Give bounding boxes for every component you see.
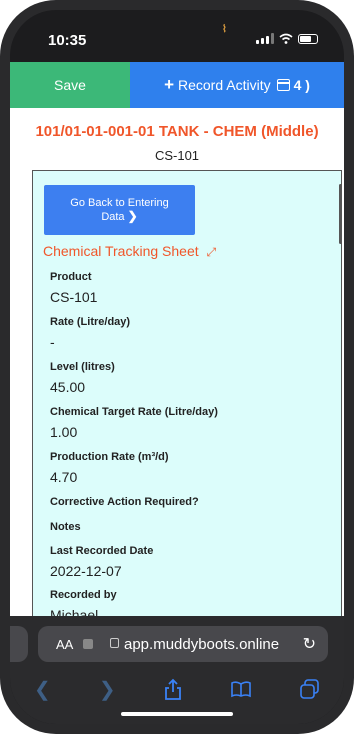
calendar-icon bbox=[276, 79, 290, 91]
scrollbar[interactable] bbox=[339, 184, 342, 244]
field-label: Corrective Action Required? bbox=[50, 496, 199, 508]
reader-aa-button[interactable]: AA bbox=[56, 637, 73, 652]
field-label: Rate (Litre/day) bbox=[50, 316, 131, 328]
bookmarks-icon[interactable] bbox=[230, 680, 252, 698]
forward-icon[interactable]: ❯ bbox=[99, 677, 116, 702]
field-label: Last Recorded Date bbox=[50, 545, 154, 557]
field-level: Level (litres) 45.00 bbox=[50, 361, 115, 395]
page-title: 101/01-01-001-01 TANK - CHEM (Middle) bbox=[35, 123, 319, 140]
go-back-button[interactable]: Go Back to Entering Data ❯ bbox=[44, 185, 195, 235]
record-activity-label: Record Activity bbox=[178, 77, 271, 93]
extension-icon[interactable] bbox=[83, 639, 93, 649]
previous-tab-pill[interactable] bbox=[10, 626, 28, 662]
field-last-recorded-date: Last Recorded Date 2022-12-07 bbox=[50, 545, 153, 579]
field-label: Notes bbox=[50, 521, 81, 533]
status-bar: 10:35 ⌇ bbox=[10, 10, 344, 62]
field-value: 1.00 bbox=[50, 424, 78, 440]
field-production-rate: Production Rate (m³/d) 4.70 bbox=[50, 451, 169, 485]
tabs-icon[interactable] bbox=[300, 679, 320, 699]
field-value: CS-101 bbox=[50, 289, 98, 305]
sheet-title-label: Chemical Tracking Sheet bbox=[43, 243, 199, 259]
page-content: 101/01-01-001-01 TANK - CHEM (Middle) CS… bbox=[10, 108, 344, 628]
record-count: 4 ) bbox=[293, 77, 310, 93]
chevron-right-icon: ❯ bbox=[127, 209, 138, 223]
browser-bar: AA app.muddyboots.online ↻ ❮ ❯ bbox=[10, 616, 344, 724]
status-icons bbox=[256, 33, 318, 44]
url-text[interactable]: app.muddyboots.online bbox=[124, 636, 279, 653]
app-header: Save + Record Activity 4 ) bbox=[10, 62, 344, 108]
browser-toolbar: ❮ ❯ bbox=[10, 674, 344, 704]
field-label: Recorded by bbox=[50, 589, 117, 601]
location-icon: ⌇ bbox=[222, 24, 227, 35]
lock-icon bbox=[110, 638, 119, 648]
page-subtitle: CS-101 bbox=[154, 148, 200, 163]
record-activity-button[interactable]: + Record Activity 4 ) bbox=[130, 62, 344, 108]
sheet-title[interactable]: Chemical Tracking Sheet ⤢ bbox=[43, 243, 216, 260]
field-value: 45.00 bbox=[50, 379, 86, 395]
field-value: 2022-12-07 bbox=[50, 563, 122, 579]
battery-icon bbox=[298, 34, 318, 44]
field-product: Product CS-101 bbox=[50, 271, 97, 305]
home-indicator[interactable] bbox=[121, 712, 233, 716]
tracking-panel: Go Back to Entering Data ❯ Chemical Trac… bbox=[32, 170, 342, 628]
signal-icon bbox=[256, 33, 274, 44]
go-back-label-line2: Data bbox=[101, 211, 125, 223]
plus-icon: + bbox=[164, 75, 174, 94]
save-button[interactable]: Save bbox=[10, 62, 130, 108]
field-label: Production Rate (m³/d) bbox=[50, 451, 169, 463]
field-label: Chemical Target Rate (Litre/day) bbox=[50, 406, 218, 418]
field-rate: Rate (Litre/day) - bbox=[50, 316, 130, 350]
share-icon[interactable] bbox=[164, 678, 182, 700]
expand-icon[interactable]: ⤢ bbox=[207, 245, 217, 259]
field-label: Product bbox=[50, 271, 92, 283]
field-target-rate: Chemical Target Rate (Litre/day) 1.00 bbox=[50, 406, 218, 440]
back-icon[interactable]: ❮ bbox=[34, 677, 51, 702]
field-corrective-action: Corrective Action Required? bbox=[50, 496, 199, 508]
reload-icon[interactable]: ↻ bbox=[303, 634, 316, 654]
wifi-icon bbox=[279, 33, 293, 44]
field-value: 4.70 bbox=[50, 469, 78, 485]
phone-frame: 10:35 ⌇ Save + Record Activity 4) 101/0… bbox=[0, 0, 354, 734]
field-value: - bbox=[50, 334, 55, 350]
field-label: Level (litres) bbox=[50, 361, 115, 373]
address-bar[interactable]: AA app.muddyboots.online ↻ bbox=[38, 626, 328, 662]
status-time: 10:35 bbox=[48, 32, 87, 49]
go-back-label-line1: Go Back to Entering bbox=[70, 197, 169, 209]
field-notes: Notes bbox=[50, 521, 81, 533]
screen: 10:35 ⌇ Save + Record Activity 4) 101/0… bbox=[10, 10, 344, 724]
